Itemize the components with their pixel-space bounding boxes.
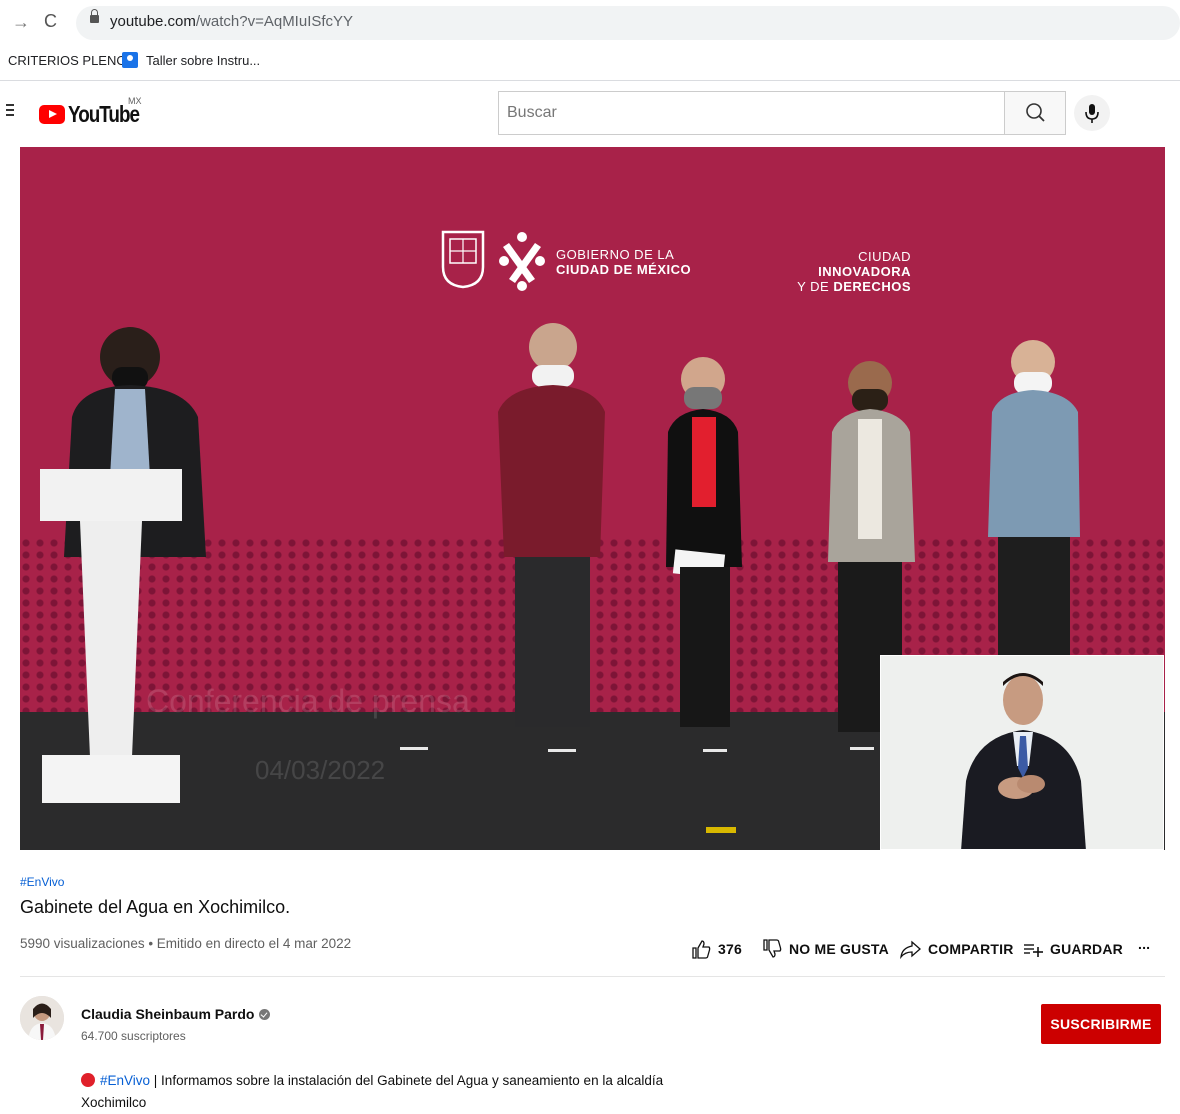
red-circle-icon: [81, 1073, 95, 1087]
divider: [20, 976, 1165, 977]
video-player[interactable]: GOBIERNO DE LA CIUDAD DE MÉXICO CIUDAD I…: [20, 147, 1165, 850]
save-label: GUARDAR: [1050, 941, 1123, 957]
dislike-label: NO ME GUSTA: [789, 941, 889, 957]
microphone-icon: [1085, 104, 1099, 123]
forward-arrow-icon[interactable]: →: [12, 12, 30, 33]
thumbs-down-icon: [763, 939, 782, 958]
subscriber-count: 64.700 suscriptores: [81, 1029, 186, 1043]
bookmark-taller[interactable]: Taller sobre Instru...: [146, 53, 260, 68]
voice-search-button[interactable]: [1074, 95, 1110, 131]
channel-name[interactable]: Claudia Sheinbaum Pardo: [81, 1006, 271, 1022]
search-input[interactable]: [505, 92, 989, 134]
dislike-button[interactable]: NO ME GUSTA: [761, 938, 889, 960]
url-text[interactable]: youtube.com/watch?v=AqMIuISfcYY: [110, 13, 353, 30]
save-button[interactable]: GUARDAR: [1022, 938, 1123, 960]
share-button[interactable]: COMPARTIR: [898, 938, 1014, 960]
video-title: Gabinete del Agua en Xochimilco.: [20, 897, 291, 917]
bookmark-criterios-pleno[interactable]: CRITERIOS PLENO: [8, 53, 126, 68]
sign-language-interpreter-inset: [880, 655, 1164, 850]
lock-icon[interactable]: [90, 9, 99, 23]
avatar-image: [20, 996, 64, 1040]
like-count: 376: [718, 941, 742, 957]
interpreter-figure: [961, 673, 1086, 849]
description-text: | Informamos sobre la instalación del Ga…: [81, 1073, 664, 1110]
country-code: MX: [128, 96, 142, 106]
add-to-playlist-icon: [1024, 944, 1043, 957]
like-button[interactable]: 376: [690, 938, 742, 960]
more-icon: ...: [1138, 936, 1151, 952]
video-description: #EnVivo | Informamos sobre la instalació…: [81, 1070, 701, 1114]
reload-icon[interactable]: C: [44, 11, 57, 32]
share-icon: [900, 940, 921, 960]
thumbs-up-icon: [692, 940, 711, 959]
video-meta: 5990 visualizaciones • Emitido en direct…: [20, 936, 352, 951]
bookmark-people-icon: [122, 52, 138, 68]
verified-icon: [259, 1008, 271, 1020]
share-label: COMPARTIR: [928, 941, 1014, 957]
video-watermark-title: Conferencia de prensa: [146, 683, 470, 719]
video-hashtag[interactable]: #EnVivo: [20, 875, 64, 889]
subscribe-button[interactable]: SUSCRIBIRME: [1041, 1004, 1161, 1044]
channel-avatar[interactable]: [20, 996, 64, 1040]
search-icon: [1026, 103, 1045, 122]
description-hashtag-link[interactable]: #EnVivo: [100, 1073, 150, 1088]
search-button[interactable]: [1004, 91, 1066, 135]
video-watermark-date: 04/03/2022: [255, 755, 386, 785]
channel-name-text: Claudia Sheinbaum Pardo: [81, 1006, 255, 1022]
search-box: [498, 91, 1004, 135]
menu-icon[interactable]: [6, 104, 14, 116]
youtube-logo-icon[interactable]: [39, 105, 65, 124]
more-actions-button[interactable]: ...: [1138, 936, 1150, 952]
